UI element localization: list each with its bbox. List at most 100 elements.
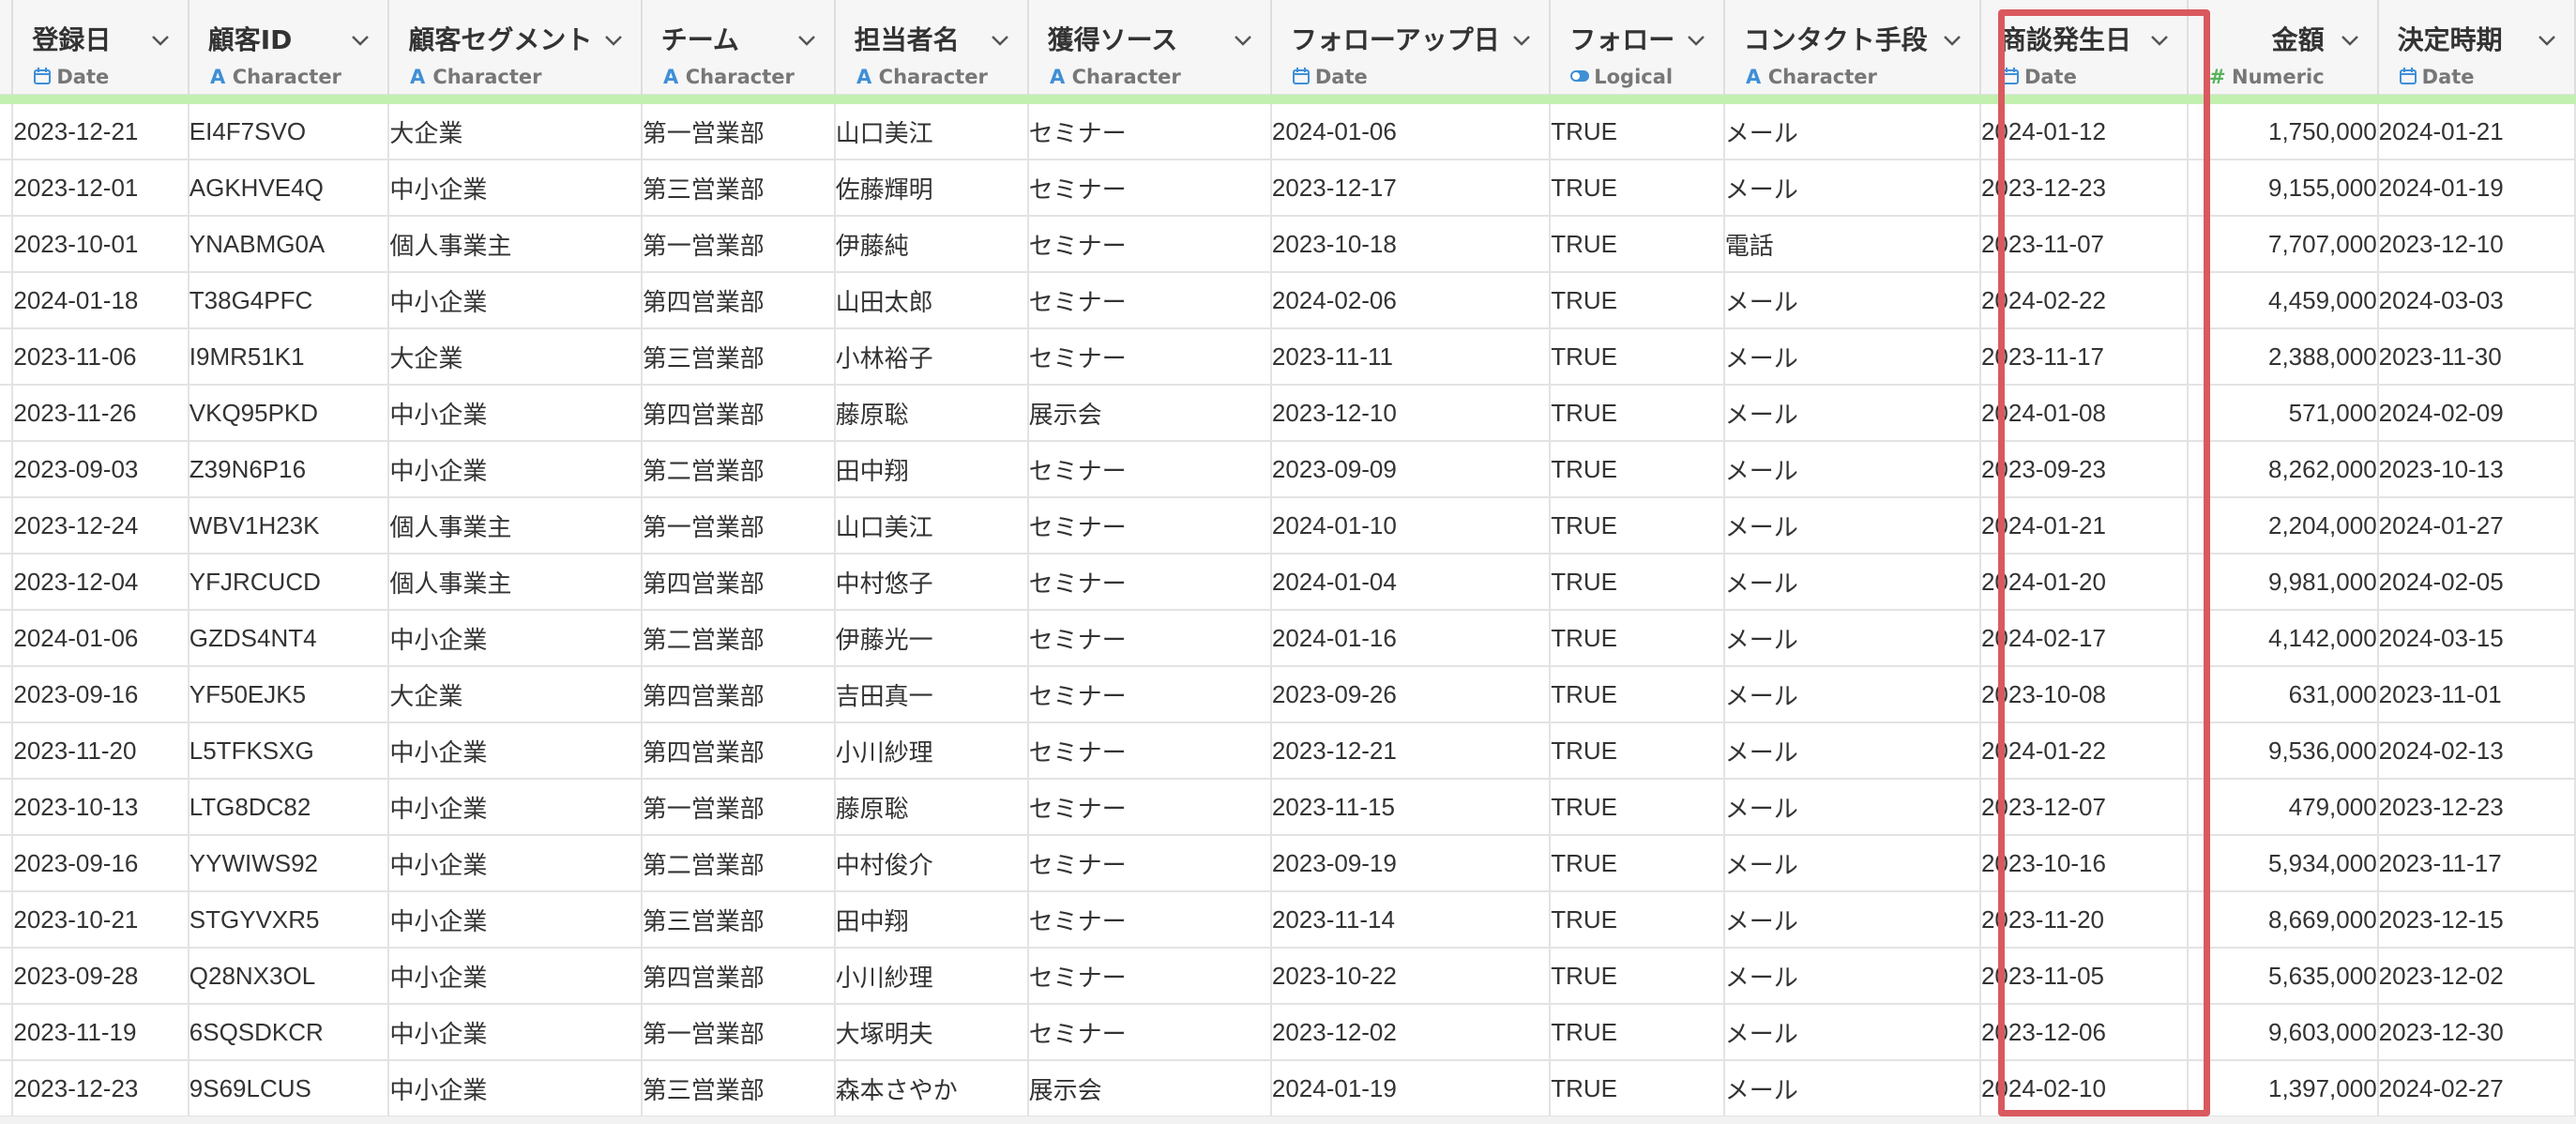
cell-followup[interactable]: TRUE [1550, 779, 1725, 836]
cell-decision-date[interactable]: 2023-11-30 [2377, 328, 2576, 386]
cell-acquisition-source[interactable]: セミナー [1027, 948, 1272, 1005]
chevron-down-icon[interactable] [1942, 34, 1962, 47]
cell-amount[interactable]: 8,669,000 [2188, 891, 2379, 949]
column-header-acquisition-source[interactable]: 獲得ソース A Character [1027, 0, 1272, 95]
cell-registration-date[interactable]: 2023-09-28 [12, 948, 189, 1005]
cell-registration-date[interactable]: 2023-11-26 [12, 385, 189, 442]
column-header-team[interactable]: チーム A Character [641, 0, 836, 95]
table-row[interactable]: 2024-01-18 T38G4PFC 中小企業 第四営業部 山田太郎 セミナー 2024-… [0, 272, 2576, 329]
cell-deal-date[interactable]: 2024-01-22 [1979, 722, 2190, 780]
cell-amount[interactable]: 4,142,000 [2188, 610, 2379, 667]
cell-contact-method[interactable]: メール [1723, 1004, 1981, 1061]
cell-followup-date[interactable]: 2024-01-16 [1270, 610, 1552, 667]
chevron-down-icon[interactable] [150, 34, 171, 47]
cell-customer-segment[interactable]: 中小企業 [388, 441, 643, 498]
cell-team[interactable]: 第二営業部 [641, 610, 836, 667]
cell-contact-method[interactable]: メール [1723, 497, 1981, 554]
table-row[interactable]: 2023-12-24 WBV1H23K 個人事業主 第一営業部 山口美江 セミナー 2024… [0, 497, 2576, 554]
cell-rep-name[interactable]: 伊藤光一 [834, 610, 1029, 667]
cell-amount[interactable]: 631,000 [2188, 666, 2379, 723]
cell-customer-segment[interactable]: 個人事業主 [388, 497, 643, 554]
table-row[interactable]: 2023-09-16 YYWIWS92 中小企業 第二営業部 中村俊介 セミナー 2023-… [0, 835, 2576, 892]
cell-team[interactable]: 第二営業部 [641, 441, 836, 498]
cell-followup[interactable]: TRUE [1550, 1060, 1725, 1117]
cell-customer-id[interactable]: VKQ95PKD [188, 385, 390, 442]
cell-team[interactable]: 第三営業部 [641, 159, 836, 217]
chevron-down-icon[interactable] [350, 34, 371, 47]
cell-decision-date[interactable]: 2023-12-15 [2377, 891, 2576, 949]
cell-acquisition-source[interactable]: セミナー [1027, 441, 1272, 498]
cell-followup-date[interactable]: 2024-01-19 [1270, 1060, 1552, 1117]
cell-followup-date[interactable]: 2024-01-04 [1270, 554, 1552, 611]
cell-followup-date[interactable]: 2023-11-15 [1270, 779, 1552, 836]
cell-team[interactable]: 第三営業部 [641, 891, 836, 949]
cell-amount[interactable]: 9,536,000 [2188, 722, 2379, 780]
cell-followup-date[interactable]: 2023-12-10 [1270, 385, 1552, 442]
cell-decision-date[interactable]: 2023-12-10 [2377, 216, 2576, 273]
cell-registration-date[interactable]: 2023-12-04 [12, 554, 189, 611]
cell-amount[interactable]: 4,459,000 [2188, 272, 2379, 329]
cell-amount[interactable]: 9,155,000 [2188, 159, 2379, 217]
cell-customer-segment[interactable]: 中小企業 [388, 779, 643, 836]
cell-followup-date[interactable]: 2024-01-06 [1270, 104, 1552, 160]
cell-customer-id[interactable]: L5TFKSXG [188, 722, 390, 780]
cell-followup-date[interactable]: 2024-02-06 [1270, 272, 1552, 329]
cell-followup[interactable]: TRUE [1550, 441, 1725, 498]
cell-followup[interactable]: TRUE [1550, 722, 1725, 780]
cell-followup[interactable]: TRUE [1550, 385, 1725, 442]
cell-decision-date[interactable]: 2024-02-05 [2377, 554, 2576, 611]
cell-followup[interactable]: TRUE [1550, 835, 1725, 892]
cell-followup-date[interactable]: 2023-10-22 [1270, 948, 1552, 1005]
cell-contact-method[interactable]: メール [1723, 554, 1981, 611]
cell-amount[interactable]: 479,000 [2188, 779, 2379, 836]
cell-followup-date[interactable]: 2023-09-19 [1270, 835, 1552, 892]
chevron-down-icon[interactable] [796, 34, 817, 47]
horizontal-scrollbar-track[interactable] [0, 1116, 2576, 1124]
cell-amount[interactable]: 9,603,000 [2188, 1004, 2379, 1061]
cell-deal-date[interactable]: 2023-12-23 [1979, 159, 2190, 217]
cell-team[interactable]: 第四営業部 [641, 272, 836, 329]
cell-customer-id[interactable]: Z39N6P16 [188, 441, 390, 498]
cell-contact-method[interactable]: メール [1723, 610, 1981, 667]
cell-contact-method[interactable]: メール [1723, 666, 1981, 723]
table-row[interactable]: 2023-10-21 STGYVXR5 中小企業 第三営業部 田中翔 セミナー 2023-1… [0, 891, 2576, 949]
cell-customer-segment[interactable]: 中小企業 [388, 272, 643, 329]
cell-followup-date[interactable]: 2023-12-21 [1270, 722, 1552, 780]
cell-deal-date[interactable]: 2024-01-08 [1979, 385, 2190, 442]
cell-rep-name[interactable]: 伊藤純 [834, 216, 1029, 273]
cell-followup-date[interactable]: 2023-12-17 [1270, 159, 1552, 217]
cell-contact-method[interactable]: メール [1723, 441, 1981, 498]
column-header-registration-date[interactable]: 登録日 Date [12, 0, 189, 95]
column-header-decision-date[interactable]: 決定時期 Date [2377, 0, 2576, 95]
cell-amount[interactable]: 8,262,000 [2188, 441, 2379, 498]
cell-decision-date[interactable]: 2024-03-15 [2377, 610, 2576, 667]
column-header-followup[interactable]: フォロー Logical [1550, 0, 1725, 95]
cell-acquisition-source[interactable]: セミナー [1027, 104, 1272, 160]
cell-contact-method[interactable]: メール [1723, 385, 1981, 442]
table-row[interactable]: 2023-10-13 LTG8DC82 中小企業 第一営業部 藤原聡 セミナー 2023-1… [0, 779, 2576, 836]
cell-followup[interactable]: TRUE [1550, 272, 1725, 329]
cell-amount[interactable]: 571,000 [2188, 385, 2379, 442]
cell-rep-name[interactable]: 小林裕子 [834, 328, 1029, 386]
chevron-down-icon[interactable] [2149, 34, 2170, 47]
cell-registration-date[interactable]: 2023-12-24 [12, 497, 189, 554]
cell-acquisition-source[interactable]: セミナー [1027, 891, 1272, 949]
cell-contact-method[interactable]: メール [1723, 159, 1981, 217]
table-row[interactable]: 2023-12-01 AGKHVE4Q 中小企業 第三営業部 佐藤輝明 セミナー 2023-… [0, 159, 2576, 217]
cell-followup[interactable]: TRUE [1550, 159, 1725, 217]
cell-contact-method[interactable]: メール [1723, 272, 1981, 329]
chevron-down-icon[interactable] [990, 34, 1010, 47]
cell-decision-date[interactable]: 2024-01-19 [2377, 159, 2576, 217]
cell-followup[interactable]: TRUE [1550, 328, 1725, 386]
cell-deal-date[interactable]: 2024-01-21 [1979, 497, 2190, 554]
cell-decision-date[interactable]: 2023-11-17 [2377, 835, 2576, 892]
cell-decision-date[interactable]: 2024-02-09 [2377, 385, 2576, 442]
cell-customer-id[interactable]: YF50EJK5 [188, 666, 390, 723]
column-header-customer-id[interactable]: 顧客ID A Character [188, 0, 390, 95]
cell-team[interactable]: 第四営業部 [641, 385, 836, 442]
cell-rep-name[interactable]: 山口美江 [834, 497, 1029, 554]
cell-rep-name[interactable]: 藤原聡 [834, 779, 1029, 836]
cell-deal-date[interactable]: 2023-10-16 [1979, 835, 2190, 892]
cell-customer-segment[interactable]: 大企業 [388, 328, 643, 386]
table-row[interactable]: 2023-09-28 Q28NX3OL 中小企業 第四営業部 小川紗理 セミナー 2023-… [0, 948, 2576, 1005]
